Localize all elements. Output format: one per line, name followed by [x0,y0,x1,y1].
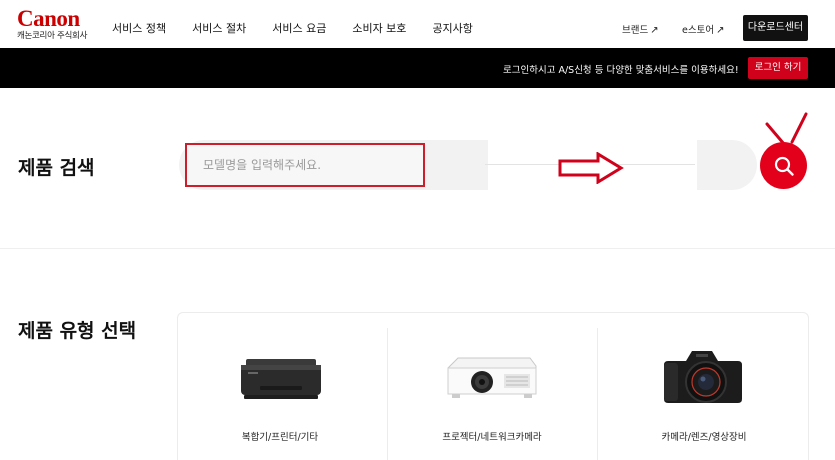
projector-image[interactable] [444,350,540,406]
search-icon [774,156,794,176]
logo-subtitle: 캐논코리아 주식회사 [17,31,88,41]
download-center-button[interactable]: 다운로드센터 [743,15,808,41]
product-type-label-camera[interactable]: 카메라/렌즈/영상장비 [632,429,776,443]
product-type-label-projector[interactable]: 프로젝터/네트워크카메라 [420,429,564,443]
column-divider [387,328,388,460]
printer-image[interactable] [240,355,322,401]
login-banner: 로그인하시고 A/S신청 등 다양한 맞춤서비스를 이용하세요! [0,48,835,88]
annotation-mark-icon [765,112,808,146]
logo-wordmark: Canon [17,6,80,31]
nav-item-service-policy[interactable]: 서비스 정책 [112,20,166,36]
external-link-icon: ↗ [650,25,659,36]
banner-message: 로그인하시고 A/S신청 등 다양한 맞춤서비스를 이용하세요! [503,65,739,76]
brand-link[interactable]: 브랜드 ↗ [622,22,659,36]
product-type-title: 제품 유형 선택 [18,320,137,342]
search-button[interactable] [760,142,807,189]
nav-item-service-fee[interactable]: 서비스 요금 [272,20,326,36]
camera-image[interactable] [662,345,744,407]
brand-link-label: 브랜드 [622,25,649,36]
column-divider [597,328,598,460]
model-search-input[interactable] [185,143,425,187]
main-nav: 서비스 정책 서비스 절차 서비스 요금 소비자 보호 공지사항 [112,20,499,36]
canon-logo[interactable]: Canon 캐논코리아 주식회사 [17,6,97,41]
login-button[interactable]: 로그인 하기 [748,57,808,79]
search-bar-end [697,140,757,190]
estore-link[interactable]: e스토어 ↗ [682,22,724,36]
site-header: Canon 캐논코리아 주식회사 서비스 정책 서비스 절차 서비스 요금 소비… [0,0,835,48]
search-section-title: 제품 검색 [18,157,95,179]
nav-item-service-procedure[interactable]: 서비스 절차 [192,20,246,36]
annotation-arrow-icon [558,152,624,184]
external-link-icon: ↗ [716,25,725,36]
estore-link-label: e스토어 [682,25,715,36]
section-divider [0,248,835,249]
product-type-label-printer[interactable]: 복합기/프린터/기타 [220,429,340,443]
nav-item-consumer-protection[interactable]: 소비자 보호 [352,20,406,36]
nav-item-notice[interactable]: 공지사항 [432,20,472,36]
